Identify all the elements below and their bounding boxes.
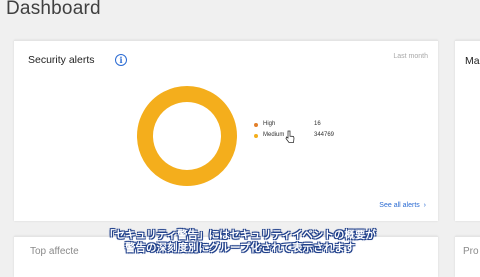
hand-cursor-icon: [285, 130, 295, 143]
subtitle-line-2: 警告の深刻度別にグループ化されて表示されます: [124, 242, 356, 254]
donut-slice-medium[interactable]: [137, 86, 237, 186]
right-card: Ma: [455, 40, 480, 221]
see-all-alerts-label: See all alerts: [379, 202, 420, 209]
page-title: Dashboard: [6, 0, 101, 19]
legend-label-high: High: [263, 121, 276, 127]
legend-label-medium: Medium: [263, 132, 285, 138]
legend-value-medium: 344769: [314, 132, 335, 138]
security-alerts-card: Security alerts i Last month High 16 Med…: [14, 40, 438, 221]
legend-value-high: 16: [314, 121, 321, 127]
right-card-title: Ma: [465, 55, 480, 67]
security-alerts-title: Security alerts: [28, 54, 95, 66]
legend-dot-high: [254, 123, 258, 127]
subtitle-line-1: 「セキュリティ警告」にはセキュリティイベントの概要が: [104, 229, 376, 241]
video-subtitles: 「セキュリティ警告」にはセキュリティイベントの概要が 警告の深刻度別にグループ化…: [0, 229, 480, 255]
see-all-alerts-link[interactable]: See all alerts ›: [379, 202, 426, 209]
period-label: Last month: [393, 53, 428, 60]
alerts-donut-chart[interactable]: [132, 81, 242, 191]
legend-dot-medium: [254, 134, 258, 138]
info-icon[interactable]: i: [115, 54, 127, 66]
chevron-right-icon: ›: [421, 202, 426, 209]
